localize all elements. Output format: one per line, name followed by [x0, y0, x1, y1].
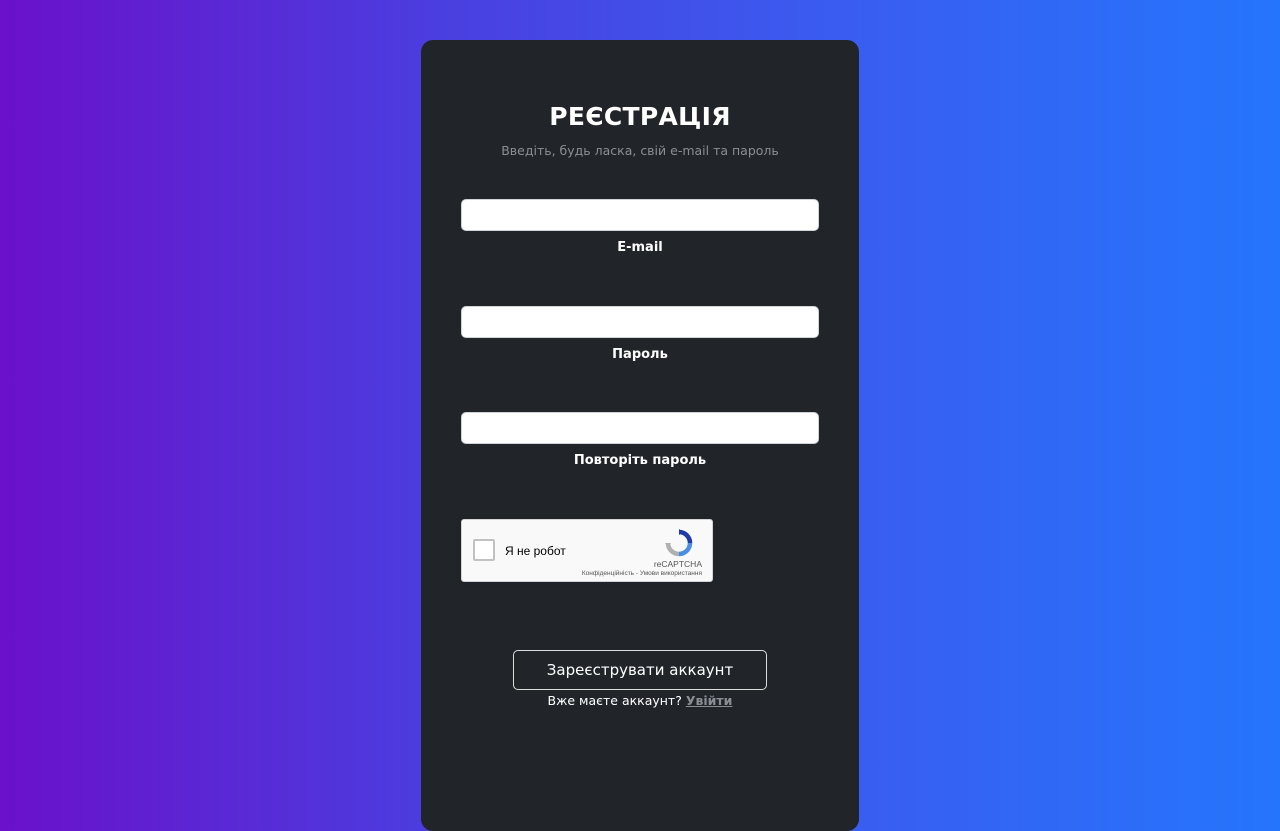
page-title: РЕЄСТРАЦІЯ [549, 102, 731, 131]
repeat-password-field-group: Повторіть пароль [461, 412, 819, 468]
page-subtitle: Введіть, будь ласка, свій e-mail та паро… [501, 143, 779, 158]
recaptcha-checkbox[interactable] [473, 539, 495, 561]
login-prompt-text: Вже маєте аккаунт? [547, 693, 682, 708]
email-field-group: E-mail [461, 199, 819, 255]
recaptcha-links: Конфіденційність - Умови використання [582, 570, 702, 577]
password-field-group: Пароль [461, 306, 819, 362]
recaptcha-privacy-link[interactable]: Конфіденційність [582, 570, 634, 577]
email-field[interactable] [461, 199, 819, 231]
recaptcha-widget: Я не робот reCAPTCHA Конфіденційність - … [461, 519, 713, 582]
repeat-password-label: Повторіть пароль [573, 453, 707, 468]
repeat-password-field[interactable] [461, 412, 819, 444]
recaptcha-label: Я не робот [505, 544, 566, 558]
recaptcha-brand: reCAPTCHA [653, 559, 702, 569]
login-prompt-line: Вже маєте аккаунт? Увійти [421, 693, 859, 708]
login-link[interactable]: Увійти [686, 693, 733, 708]
recaptcha-logo-icon [665, 529, 693, 557]
register-button[interactable]: Зареєструвати аккаунт [513, 650, 767, 690]
registration-card: РЕЄСТРАЦІЯ Введіть, будь ласка, свій e-m… [421, 40, 859, 831]
recaptcha-terms-link[interactable]: Умови використання [640, 570, 702, 577]
password-field[interactable] [461, 306, 819, 338]
password-label: Пароль [612, 347, 668, 362]
email-label: E-mail [617, 240, 663, 255]
